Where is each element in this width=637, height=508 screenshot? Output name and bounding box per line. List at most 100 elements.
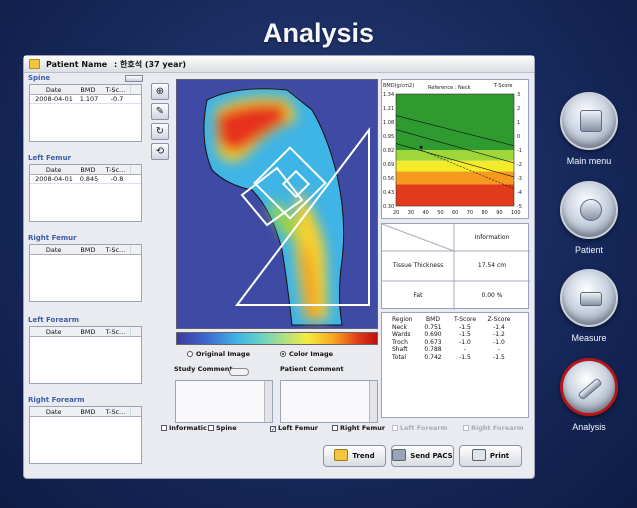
chart-y-tick-right: 1 xyxy=(517,120,520,126)
table-row[interactable]: 2008-04-01 1.107 -0.7 xyxy=(30,95,141,104)
study-comment-scrollbar[interactable] xyxy=(264,381,272,422)
study-comment-textarea[interactable] xyxy=(175,380,273,423)
history-table-right-femur[interactable]: Date BMD T-Sc... xyxy=(29,244,142,302)
radio-original-image[interactable]: Original Image xyxy=(187,350,250,358)
chart-y-tick-right: -3 xyxy=(517,176,522,182)
chart-x-tick: 70 xyxy=(467,210,473,216)
column-header: Date xyxy=(45,246,62,254)
checkbox-box[interactable] xyxy=(208,425,214,431)
chart-y-tick-left: 0.56 xyxy=(383,176,394,182)
table-row: Wards 0.690 -1.5 -1.2 xyxy=(382,331,528,339)
nav-patient-label: Patient xyxy=(574,245,604,255)
checkbox-label: Left Femur xyxy=(278,424,318,432)
patient-bar: Patient Name : 한호석 (37 year) xyxy=(24,56,534,73)
checkbox-right-femur[interactable]: Right Femur xyxy=(332,424,385,432)
chart-y-tick-left: 0.82 xyxy=(383,148,394,154)
radio-original-label: Original Image xyxy=(196,350,250,358)
column-header: T-Sc... xyxy=(105,328,126,336)
checkbox-right-forearm: Right Forearm xyxy=(463,424,524,432)
history-table-spine[interactable]: Date BMD T-Sc... 2008-04-01 1.107 -0.7 xyxy=(29,84,142,142)
patient-comment-scrollbar[interactable] xyxy=(369,381,377,422)
region-cell: -1.4 xyxy=(493,323,505,331)
radio-original-dot[interactable] xyxy=(187,351,193,357)
history-table-left-femur[interactable]: Date BMD T-Sc... 2008-04-01 0.845 -0.8 xyxy=(29,164,142,222)
nav-measure-label: Measure xyxy=(571,333,607,343)
region-cell: 0.690 xyxy=(424,331,442,338)
chart-y-tick-right: 0 xyxy=(517,134,520,140)
checkbox-label: Left Forearm xyxy=(400,424,448,432)
radio-color-image[interactable]: Color Image xyxy=(280,350,333,358)
nav-measure-button[interactable] xyxy=(560,269,618,327)
chart-y-tick-right: -4 xyxy=(517,190,522,196)
send-pacs-button-label: Send PACS xyxy=(410,452,453,460)
table-cell: -0.7 xyxy=(110,95,124,103)
column-header: Date xyxy=(45,166,62,174)
table-row[interactable]: 2008-04-01 0.845 -0.8 xyxy=(30,175,141,184)
main-panel: Patient Name : 한호석 (37 year) Spine Date BM… xyxy=(23,55,535,479)
study-comment-edit-button[interactable] xyxy=(229,368,249,376)
checkbox-informatic[interactable]: Informatic xyxy=(161,424,207,432)
nav-analysis-label: Analysis xyxy=(572,422,606,432)
history-table-right-forearm[interactable]: Date BMD T-Sc... xyxy=(29,406,142,464)
column-header: BMD xyxy=(80,328,96,336)
checkbox-spine[interactable]: Spine xyxy=(208,424,237,432)
checkbox-box[interactable] xyxy=(332,425,338,431)
patient-comment-label: Patient Comment xyxy=(280,365,344,373)
table-cell: 2008-04-01 xyxy=(35,95,73,103)
scanner-icon xyxy=(580,292,602,306)
column-header: BMD xyxy=(80,246,96,254)
chart-band xyxy=(396,171,514,185)
chart-y-tick-left: 1.34 xyxy=(383,92,394,98)
checkbox-box[interactable]: ✓ xyxy=(270,426,276,433)
nav-patient-button[interactable] xyxy=(560,181,618,239)
chart-band xyxy=(396,150,514,161)
chart-y-tick-right: -1 xyxy=(517,148,522,154)
print-button-label: Print xyxy=(489,452,510,460)
bone-scan-image[interactable] xyxy=(176,79,378,329)
image-toolbar: ⊕ ✎ ↻ ⟲ xyxy=(151,83,173,163)
chart-patient-point xyxy=(419,145,423,149)
history-table-left-forearm[interactable]: Date BMD T-Sc... xyxy=(29,326,142,384)
table-row: Troch 0.673 -1.0 -1.0 xyxy=(382,339,528,347)
chart-x-tick: 60 xyxy=(452,210,458,216)
table-cell: 1.107 xyxy=(79,95,99,103)
chart-band xyxy=(396,184,514,206)
reset-tool-button[interactable]: ⟲ xyxy=(151,143,169,160)
chart-y-tick-left: 0.43 xyxy=(383,190,394,196)
laptop-icon xyxy=(580,110,602,132)
reset-icon: ⟲ xyxy=(155,146,165,157)
nav-main-menu[interactable]: Main menu xyxy=(556,92,622,166)
nav-measure[interactable]: Measure xyxy=(556,269,622,343)
patient-comment-textarea[interactable] xyxy=(280,380,378,423)
region-cell: - xyxy=(463,346,467,353)
chart-x-tick: 40 xyxy=(423,210,429,216)
chart-band xyxy=(396,160,514,172)
column-header: Date xyxy=(45,86,62,94)
checkbox-left-femur[interactable]: ✓ Left Femur xyxy=(270,424,318,433)
checkbox-box xyxy=(463,425,469,431)
info-header: Information xyxy=(474,234,510,241)
crosshair-tool-button[interactable]: ⊕ xyxy=(151,83,169,100)
nav-analysis[interactable]: Analysis xyxy=(556,358,622,432)
table-header-pad xyxy=(130,407,141,416)
nav-analysis-button[interactable] xyxy=(560,358,618,416)
patient-name-label: Patient Name xyxy=(46,60,108,69)
table-cell: 2008-04-01 xyxy=(35,175,73,183)
rotate-tool-button[interactable]: ↻ xyxy=(151,123,169,140)
checkbox-box[interactable] xyxy=(161,425,167,431)
spine-flag-icon[interactable] xyxy=(125,75,143,82)
print-button[interactable]: Print xyxy=(459,445,522,467)
section-label-right-forearm: Right Forearm xyxy=(28,396,85,404)
chart-y-tick-left: 1.21 xyxy=(383,106,394,112)
column-header: BMD xyxy=(80,86,96,94)
nav-main-menu-button[interactable] xyxy=(560,92,618,150)
region-cell: - xyxy=(497,346,501,353)
trend-button[interactable]: Trend xyxy=(323,445,386,467)
folder-icon[interactable] xyxy=(29,59,40,69)
send-pacs-button[interactable]: Send PACS xyxy=(391,445,454,467)
table-cell: -0.8 xyxy=(110,175,124,183)
brush-tool-button[interactable]: ✎ xyxy=(151,103,169,120)
region-column-header: Z-Score xyxy=(487,316,511,323)
nav-patient[interactable]: Patient xyxy=(556,181,622,255)
radio-color-dot[interactable] xyxy=(280,351,286,357)
